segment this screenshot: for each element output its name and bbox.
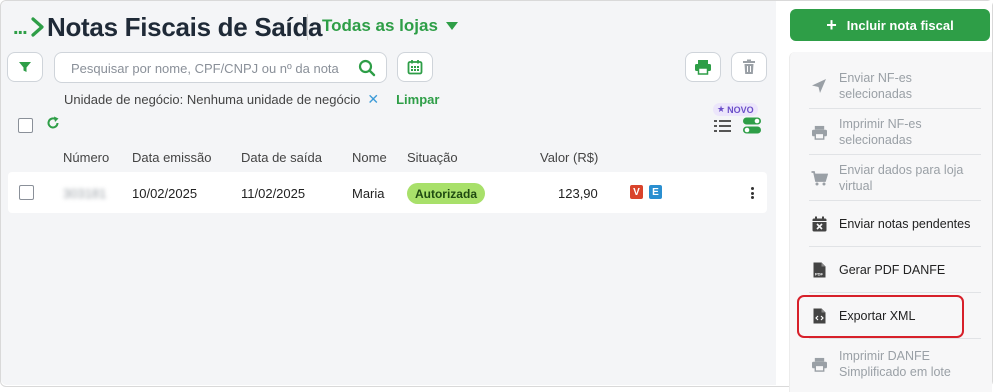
print-button[interactable] — [685, 52, 721, 82]
export-xml-highlight — [797, 295, 964, 338]
action-label: Enviar NF-es selecionadas — [839, 71, 912, 101]
action-label: Enviar notas pendentes — [839, 217, 971, 231]
invoice-number: 303181 — [63, 186, 107, 201]
calendar-icon — [407, 60, 423, 75]
column-header-data-saida[interactable]: Data de saída — [241, 150, 322, 165]
title-divider — [307, 14, 308, 40]
divider — [809, 292, 981, 293]
column-header-nome[interactable]: Nome — [352, 150, 387, 165]
send-icon — [812, 79, 826, 93]
divider — [809, 108, 981, 109]
add-invoice-label: Incluir nota fiscal — [846, 17, 954, 33]
row-checkbox[interactable] — [19, 185, 34, 200]
divider — [809, 338, 981, 339]
chevron-right-icon — [31, 17, 44, 37]
action-label: Imprimir NF-es selecionadas — [839, 117, 922, 147]
action-send-pending[interactable]: Enviar notas pendentes — [809, 216, 981, 232]
store-selector[interactable]: Todas as lojas — [322, 16, 458, 36]
action-print-selected[interactable]: Imprimir NF-es selecionadas — [809, 116, 981, 148]
actions-panel: Enviar NF-es selecionadas Imprimir NF-es… — [789, 52, 992, 392]
invoice-value: 123,90 — [558, 186, 598, 201]
status-badge: Autorizada — [407, 183, 485, 204]
row-menu-icon[interactable] — [748, 184, 756, 202]
svg-text:PDF: PDF — [815, 272, 824, 277]
cart-icon — [811, 170, 828, 185]
date-filter-button[interactable] — [397, 52, 433, 82]
divider — [809, 246, 981, 247]
delete-button[interactable] — [731, 52, 767, 82]
search-icon[interactable] — [358, 59, 376, 77]
trash-icon — [743, 59, 755, 74]
funnel-icon — [19, 62, 31, 72]
column-header-valor[interactable]: Valor (R$) — [540, 150, 598, 165]
tag-v-badge: V — [630, 185, 643, 199]
action-label: Imprimir DANFE Simplificado em lote — [839, 349, 951, 379]
star-icon: ★ — [717, 104, 726, 114]
caret-down-icon — [445, 22, 458, 30]
new-badge-label: NOVO — [727, 104, 754, 115]
toggle-view-icon[interactable] — [743, 117, 761, 134]
remove-filter-icon[interactable]: ✕ — [367, 91, 379, 108]
exit-date: 11/02/2025 — [241, 186, 306, 201]
action-generate-pdf[interactable]: PDF Gerar PDF DANFE — [809, 262, 981, 278]
table-row[interactable]: 303181 10/02/2025 11/02/2025 Maria Autor… — [8, 172, 767, 213]
column-header-data-emissao[interactable]: Data emissão — [132, 150, 211, 165]
new-badge: ★ NOVO — [713, 103, 758, 116]
plus-icon: + — [826, 15, 837, 35]
action-print-danfe-batch[interactable]: Imprimir DANFE Simplificado em lote — [809, 348, 981, 380]
add-invoice-button[interactable]: + Incluir nota fiscal — [790, 9, 990, 41]
list-view-icon[interactable] — [714, 119, 731, 133]
tag-e-badge: E — [649, 185, 662, 199]
action-send-selected[interactable]: Enviar NF-es selecionadas — [809, 70, 981, 102]
filter-button[interactable] — [7, 52, 43, 82]
active-filter-text: Unidade de negócio: Nenhuma unidade de n… — [64, 92, 361, 107]
clear-filters-link[interactable]: Limpar — [396, 92, 439, 107]
customer-name: Maria — [352, 186, 385, 201]
search-input[interactable] — [69, 60, 354, 77]
printer-icon — [811, 125, 827, 140]
action-label: Enviar dados para loja virtual — [839, 163, 964, 193]
refresh-icon[interactable] — [46, 116, 60, 130]
issue-date: 10/02/2025 — [132, 186, 198, 201]
printer-icon — [695, 60, 711, 75]
column-header-situacao[interactable]: Situação — [407, 150, 458, 165]
search-box[interactable] — [54, 52, 387, 83]
pdf-file-icon: PDF — [813, 262, 825, 278]
breadcrumb-dots[interactable]: ... — [13, 17, 28, 40]
actions-sidebar: + Incluir nota fiscal Enviar NF-es selec… — [777, 1, 992, 392]
active-filter: Unidade de negócio: Nenhuma unidade de n… — [64, 91, 439, 108]
divider — [809, 200, 981, 201]
calendar-x-icon — [812, 216, 826, 232]
action-send-to-store[interactable]: Enviar dados para loja virtual — [809, 162, 981, 194]
select-all-checkbox[interactable] — [18, 118, 33, 133]
column-header-numero[interactable]: Número — [63, 150, 109, 165]
divider — [809, 154, 981, 155]
store-selector-label: Todas as lojas — [322, 16, 438, 35]
action-label: Gerar PDF DANFE — [839, 263, 946, 277]
printer-icon — [811, 357, 827, 372]
main-content: ... Notas Fiscais de Saída Todas as loja… — [1, 1, 776, 385]
page-title: Notas Fiscais de Saída — [47, 12, 323, 42]
